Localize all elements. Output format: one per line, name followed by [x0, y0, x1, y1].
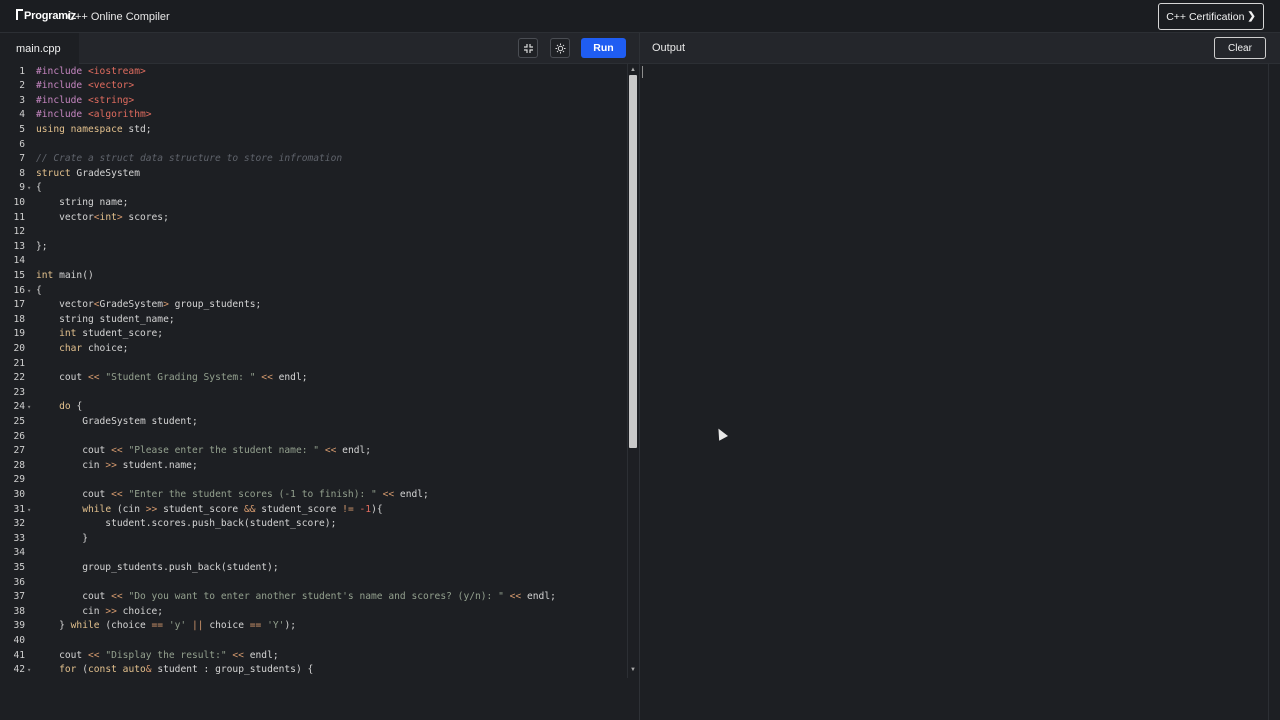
run-button[interactable]: Run [581, 38, 626, 58]
file-tab-main[interactable]: main.cpp [0, 33, 79, 64]
code-line: 12 [13, 226, 25, 238]
code-line: 41 cout << "Display the result:" << endl… [13, 649, 279, 661]
code-line: 19 int student_score; [13, 328, 164, 340]
code-line: 18 string student_name; [13, 313, 175, 325]
clear-button[interactable]: Clear [1214, 37, 1266, 59]
code-line: 7// Crate a struct data structure to sto… [19, 153, 343, 165]
editor-scrollbar-thumb[interactable] [629, 75, 637, 448]
code-line: 40 [13, 635, 25, 646]
code-line: 9 ▾{ [19, 182, 42, 194]
code-line: 30 cout << "Enter the student scores (-1… [13, 489, 429, 500]
app-title: C++ Online Compiler [67, 11, 170, 23]
code-line: 3 #include <string> [19, 94, 135, 106]
code-line: 21 [13, 357, 25, 369]
code-line: 4 #include <algorithm> [19, 109, 152, 121]
code-editor[interactable]: 1 #include <iostream> 2 #include <vector> … [0, 64, 627, 678]
code-line: 13}; [13, 240, 48, 252]
code-line: 28 cin >> student.name; [13, 459, 198, 471]
code-line: 15 int main() [13, 270, 94, 281]
code-line: 14 [13, 255, 25, 267]
code-line: 38 cin >> choice; [13, 605, 164, 617]
output-scrollbar[interactable] [1268, 64, 1280, 720]
fullscreen-button[interactable] [518, 38, 538, 58]
theme-toggle-button[interactable] [550, 38, 570, 58]
expand-icon [523, 43, 533, 53]
code-line: 29 [13, 474, 25, 486]
output-caret [642, 66, 643, 78]
chevron-right-icon: ❯ [1247, 11, 1256, 22]
code-line: 23 [13, 386, 25, 398]
code-line: 34 [13, 547, 25, 559]
output-title: Output [652, 42, 686, 54]
top-bar: Programiz C++ Online Compiler C++ Certif… [0, 0, 1280, 33]
code-line: 35 group_students.push_back(student); [13, 562, 279, 573]
code-line: 42 ▾ for (const auto& student : group_stu… [13, 664, 314, 676]
code-line: 33 } [13, 532, 88, 544]
certification-label: C++ Certification [1166, 10, 1245, 23]
code-line: 36 [13, 576, 25, 588]
code-line: 24 ▾ do { [13, 401, 83, 413]
output-console[interactable] [640, 64, 1268, 720]
code-line: 6 [19, 138, 25, 150]
logo-mark-icon [16, 9, 23, 20]
code-line: 26 [13, 430, 25, 442]
code-line: 16 ▾{ [13, 284, 42, 296]
code-line: 25 GradeSystem student; [13, 416, 198, 427]
code-line: 5 using namespace std; [19, 124, 152, 135]
scroll-up-icon[interactable]: ▲ [629, 66, 637, 74]
code-line: 8 struct GradeSystem [19, 167, 140, 179]
code-line: 37 cout << "Do you want to enter another… [13, 591, 556, 603]
code-line: 31 ▾ while (cin >> student_score && stude… [13, 503, 383, 515]
certification-button[interactable]: C++ Certification ❯ [1158, 3, 1264, 30]
code-line: 2 #include <vector> [19, 80, 135, 92]
sun-icon [555, 43, 565, 53]
code-line: 10 string name; [13, 197, 129, 208]
output-header: Output Clear [640, 33, 1280, 64]
code-line: 20 char choice; [13, 343, 129, 354]
code-line: 32 student.scores.push_back(student_scor… [13, 518, 337, 530]
editor-header: main.cpp Run [0, 33, 639, 64]
code-line: 1 #include <iostream> [19, 65, 146, 77]
code-line: 22 cout << "Student Grading System: " <<… [13, 372, 308, 384]
code-line: 17 vector<GradeSystem> group_students; [13, 299, 262, 311]
scroll-down-icon[interactable]: ▼ [629, 666, 637, 674]
code-line: 27 cout << "Please enter the student nam… [13, 445, 372, 457]
code-line: 11 vector<int> scores; [13, 211, 169, 223]
code-line: 39 } while (choice == 'y' || choice == '… [13, 620, 296, 632]
